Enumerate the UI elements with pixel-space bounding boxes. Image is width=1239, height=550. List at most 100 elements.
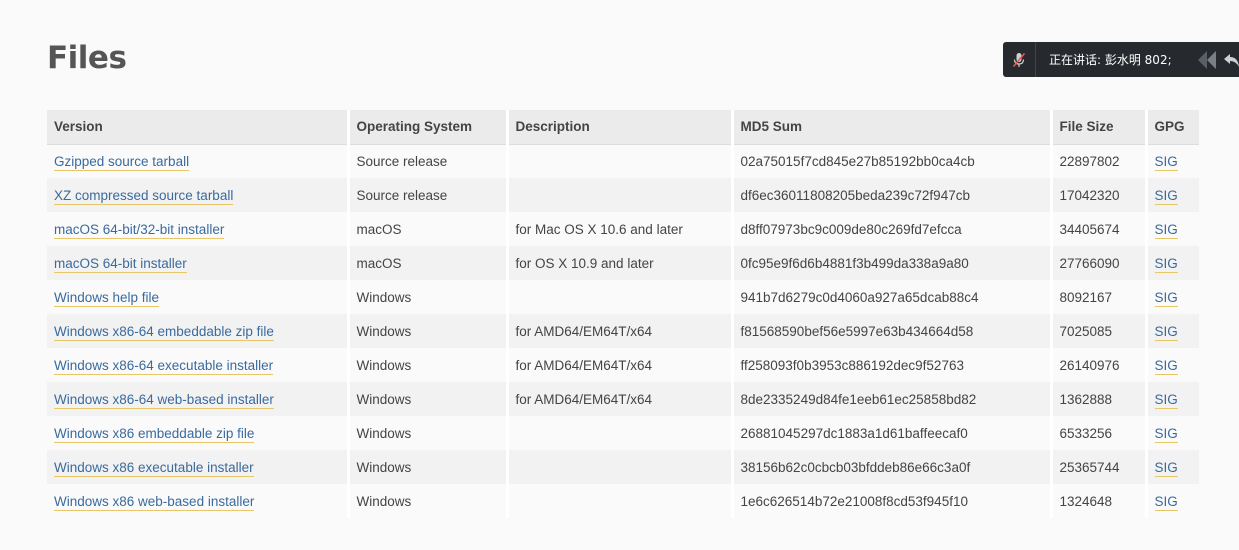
file-size-cell: 34405674 xyxy=(1059,221,1120,237)
sig-link[interactable]: SIG xyxy=(1154,289,1178,307)
version-column-cell: macOS 64-bit/32-bit installer xyxy=(47,212,350,246)
os-column-cell: Windows xyxy=(348,382,509,416)
table-row: Windows x86-64 web-based installer Window… xyxy=(47,382,1199,416)
os-column-cell: macOS xyxy=(348,246,509,280)
md5-column-cell: df6ec36011808205beda239c72f947cb xyxy=(732,178,1053,212)
gpg-column-cell: SIG xyxy=(1146,212,1199,246)
version-link[interactable]: XZ compressed source tarball xyxy=(54,187,234,205)
os-cell: Windows xyxy=(356,493,412,509)
md5-cell: f81568590bef56e5997e63b434664d58 xyxy=(740,323,974,339)
gpg-column-cell: SIG xyxy=(1146,484,1199,518)
description-column-cell xyxy=(507,144,734,178)
version-link[interactable]: Windows x86-64 embeddable zip file xyxy=(54,323,274,341)
description-cell: for OS X 10.9 and later xyxy=(515,255,654,271)
description-column-cell xyxy=(507,450,734,484)
size-column-cell: 22897802 xyxy=(1051,144,1148,178)
gpg-column-cell: SIG xyxy=(1146,450,1199,484)
os-column-cell: Windows xyxy=(348,416,509,450)
speaking-indicator: 正在讲话: 彭水明 802; xyxy=(1003,42,1239,77)
header-operating-system: Operating System xyxy=(348,110,509,145)
version-link[interactable]: Gzipped source tarball xyxy=(54,153,190,171)
md5-column-cell: 26881045297dc1883a1d61baffeecaf0 xyxy=(732,416,1053,450)
file-size-cell: 6533256 xyxy=(1059,425,1113,441)
version-column-cell: Windows x86 embeddable zip file xyxy=(47,416,350,450)
file-size-cell: 7025085 xyxy=(1059,323,1113,339)
version-link[interactable]: macOS 64-bit installer xyxy=(54,255,187,273)
md5-cell: 0fc95e9f6d6b4881f3b499da338a9a80 xyxy=(740,255,969,271)
overlay-controls xyxy=(1194,49,1239,71)
speaking-text: 正在讲话: 彭水明 802; xyxy=(1049,53,1172,67)
sig-link[interactable]: SIG xyxy=(1154,391,1178,409)
description-column-cell: for AMD64/EM64T/x64 xyxy=(507,348,734,382)
os-column-cell: Windows xyxy=(348,450,509,484)
version-column-cell: Windows x86-64 embeddable zip file xyxy=(47,314,350,348)
file-size-cell: 8092167 xyxy=(1059,289,1113,305)
md5-cell: df6ec36011808205beda239c72f947cb xyxy=(740,187,970,203)
file-size-cell: 22897802 xyxy=(1059,153,1120,169)
sig-link[interactable]: SIG xyxy=(1154,323,1178,341)
collapse-arrows-icon[interactable] xyxy=(1194,49,1222,71)
version-column-cell: Windows x86 executable installer xyxy=(47,450,350,484)
description-column-cell xyxy=(507,280,734,314)
description-column-cell xyxy=(507,416,734,450)
version-column-cell: Windows x86-64 web-based installer xyxy=(47,382,350,416)
md5-cell: 1e6c626514b72e21008f8cd53f945f10 xyxy=(740,493,968,509)
md5-cell: 941b7d6279c0d4060a927a65dcab88c4 xyxy=(740,289,979,305)
os-cell: Windows xyxy=(356,323,412,339)
os-cell: Windows xyxy=(356,391,412,407)
version-link[interactable]: macOS 64-bit/32-bit installer xyxy=(54,221,225,239)
md5-cell: 8de2335249d84fe1eeb61ec25858bd82 xyxy=(740,391,977,407)
version-link[interactable]: Windows help file xyxy=(54,289,160,307)
header-file-size: File Size xyxy=(1051,110,1148,145)
sig-link[interactable]: SIG xyxy=(1154,221,1178,239)
files-table-body: Gzipped source tarball Source release 02a7… xyxy=(47,144,1199,518)
gpg-column-cell: SIG xyxy=(1146,314,1199,348)
os-cell: Source release xyxy=(356,153,448,169)
sig-link[interactable]: SIG xyxy=(1154,255,1178,273)
sig-link[interactable]: SIG xyxy=(1154,493,1178,511)
sig-link[interactable]: SIG xyxy=(1154,153,1178,171)
undo-arrow-icon[interactable] xyxy=(1222,49,1239,71)
os-column-cell: macOS xyxy=(348,212,509,246)
sig-link[interactable]: SIG xyxy=(1154,459,1178,477)
file-size-cell: 17042320 xyxy=(1059,187,1120,203)
mic-muted-icon[interactable] xyxy=(1003,42,1036,77)
os-cell: Windows xyxy=(356,425,412,441)
table-row: Windows x86-64 executable installer Windo… xyxy=(47,348,1199,382)
md5-column-cell: f81568590bef56e5997e63b434664d58 xyxy=(732,314,1053,348)
size-column-cell: 1324648 xyxy=(1051,484,1148,518)
version-column-cell: Windows help file xyxy=(47,280,350,314)
gpg-column-cell: SIG xyxy=(1146,382,1199,416)
md5-cell: ff258093f0b3953c886192dec9f52763 xyxy=(740,357,964,373)
header-md5-sum: MD5 Sum xyxy=(732,110,1053,145)
version-link[interactable]: Windows x86 embeddable zip file xyxy=(54,425,255,443)
description-cell: for AMD64/EM64T/x64 xyxy=(515,323,653,339)
size-column-cell: 6533256 xyxy=(1051,416,1148,450)
gpg-column-cell: SIG xyxy=(1146,280,1199,314)
file-size-cell: 1362888 xyxy=(1059,391,1113,407)
sig-link[interactable]: SIG xyxy=(1154,187,1178,205)
size-column-cell: 34405674 xyxy=(1051,212,1148,246)
gpg-column-cell: SIG xyxy=(1146,144,1199,178)
table-row: Windows x86 web-based installer Windows 1e… xyxy=(47,484,1199,518)
version-link[interactable]: Windows x86 executable installer xyxy=(54,459,254,477)
description-cell: for AMD64/EM64T/x64 xyxy=(515,357,653,373)
md5-column-cell: 941b7d6279c0d4060a927a65dcab88c4 xyxy=(732,280,1053,314)
size-column-cell: 17042320 xyxy=(1051,178,1148,212)
size-column-cell: 26140976 xyxy=(1051,348,1148,382)
file-size-cell: 25365744 xyxy=(1059,459,1120,475)
version-column-cell: XZ compressed source tarball xyxy=(47,178,350,212)
version-link[interactable]: Windows x86-64 executable installer xyxy=(54,357,274,375)
header-gpg: GPG xyxy=(1146,110,1199,145)
sig-link[interactable]: SIG xyxy=(1154,357,1178,375)
os-column-cell: Windows xyxy=(348,484,509,518)
md5-column-cell: 8de2335249d84fe1eeb61ec25858bd82 xyxy=(732,382,1053,416)
version-link[interactable]: Windows x86 web-based installer xyxy=(54,493,255,511)
size-column-cell: 1362888 xyxy=(1051,382,1148,416)
table-row: Windows x86 executable installer Windows 3… xyxy=(47,450,1199,484)
table-row: Windows x86-64 embeddable zip file Window… xyxy=(47,314,1199,348)
table-row: Gzipped source tarball Source release 02a7… xyxy=(47,144,1199,178)
sig-link[interactable]: SIG xyxy=(1154,425,1178,443)
version-link[interactable]: Windows x86-64 web-based installer xyxy=(54,391,274,409)
file-size-cell: 26140976 xyxy=(1059,357,1120,373)
